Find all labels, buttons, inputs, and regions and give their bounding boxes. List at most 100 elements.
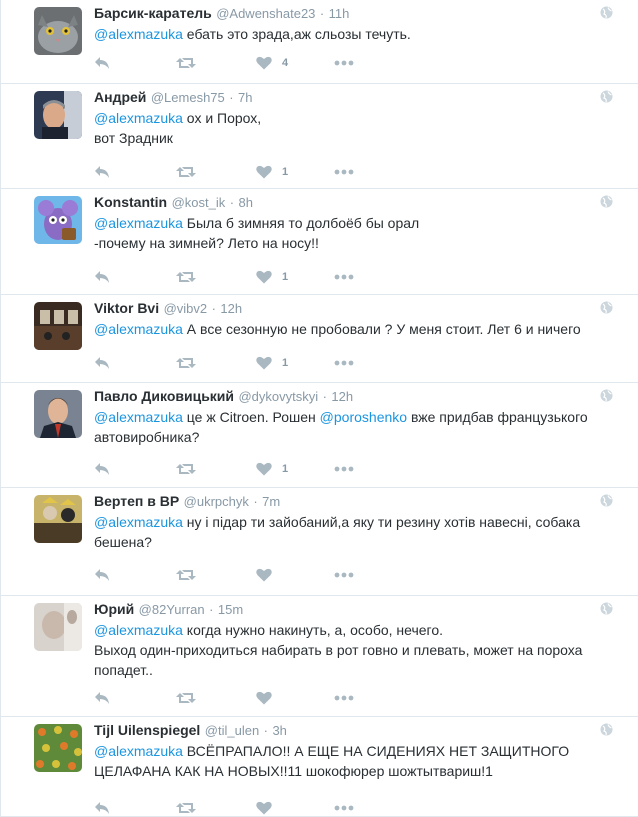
avatar[interactable] xyxy=(34,390,82,438)
user-name[interactable]: Юрий xyxy=(94,601,134,617)
user-handle[interactable]: @til_ulen xyxy=(205,723,259,738)
retweet-icon[interactable] xyxy=(176,353,196,373)
user-handle[interactable]: @82Yurran xyxy=(139,602,205,617)
user-name[interactable]: Павло Диковицький xyxy=(94,388,234,404)
more-icon[interactable] xyxy=(334,688,354,708)
tweet-content: Павло Диковицький @dykovytskyi · 12h @al… xyxy=(94,387,614,447)
user-handle[interactable]: @ukrpchyk xyxy=(184,494,249,509)
tweet[interactable]: Viktor Bvi @vibv2 · 12h @alexmazuka А вс… xyxy=(1,295,638,383)
tweet[interactable]: Юрий @82Yurran · 15m @alexmazuka когда н… xyxy=(1,596,638,717)
retweet-icon[interactable] xyxy=(176,53,196,73)
tweet[interactable]: Барсик-каратель @Adwenshate23 · 11h @ale… xyxy=(1,0,638,84)
heart-icon[interactable] xyxy=(256,691,272,705)
reply-icon[interactable] xyxy=(94,267,110,287)
user-name[interactable]: Viktor Bvi xyxy=(94,300,159,316)
reply-icon[interactable] xyxy=(94,53,110,73)
like-button[interactable]: 1 xyxy=(256,459,288,479)
retweet-icon[interactable] xyxy=(176,565,196,585)
mention-link[interactable]: @alexmazuka xyxy=(94,26,183,42)
reply-icon[interactable] xyxy=(94,459,110,479)
timestamp[interactable]: 7m xyxy=(262,494,280,509)
avatar[interactable] xyxy=(34,196,82,244)
user-name[interactable]: Вертеп в ВР xyxy=(94,493,179,509)
heart-icon[interactable] xyxy=(256,462,272,476)
heart-icon[interactable] xyxy=(256,356,272,370)
mention-link[interactable]: @poroshenko xyxy=(320,409,407,425)
more-icon[interactable] xyxy=(334,53,354,73)
avatar[interactable] xyxy=(34,603,82,651)
separator-dot: · xyxy=(263,723,268,738)
timestamp[interactable]: 15m xyxy=(218,602,243,617)
avatar[interactable] xyxy=(34,724,82,772)
mention-link[interactable]: @alexmazuka xyxy=(94,514,183,530)
like-button[interactable]: 4 xyxy=(256,53,288,73)
globe-icon xyxy=(600,6,613,19)
avatar[interactable] xyxy=(34,7,82,55)
like-button[interactable] xyxy=(256,798,282,817)
reply-icon[interactable] xyxy=(94,688,110,708)
tweet-text-line: @alexmazuka Была б зимняя то долбоёб бы … xyxy=(94,213,614,233)
tweet[interactable]: Вертеп в ВР @ukrpchyk · 7m @alexmazuka н… xyxy=(1,488,638,596)
tweet[interactable]: Павло Диковицький @dykovytskyi · 12h @al… xyxy=(1,383,638,488)
tweet-text-segment: вже придбав французького xyxy=(407,409,588,425)
user-handle[interactable]: @vibv2 xyxy=(164,301,208,316)
tweet-text-line: @alexmazuka ВСЁПРАПАЛО!! А ЕЩЕ НА СИДЕНИ… xyxy=(94,741,614,761)
reply-icon[interactable] xyxy=(94,798,110,817)
mention-link[interactable]: @alexmazuka xyxy=(94,110,183,126)
heart-icon[interactable] xyxy=(256,165,272,179)
reply-icon[interactable] xyxy=(94,353,110,373)
heart-icon[interactable] xyxy=(256,801,272,815)
retweet-icon[interactable] xyxy=(176,798,196,817)
timestamp[interactable]: 12h xyxy=(220,301,242,316)
tweet-actions: 4 xyxy=(94,53,394,73)
more-icon[interactable] xyxy=(334,267,354,287)
user-name[interactable]: Konstantin xyxy=(94,194,167,210)
tweet[interactable]: Tijl Uilenspiegel @til_ulen · 3h @alexma… xyxy=(1,717,638,817)
user-name[interactable]: Барсик-каратель xyxy=(94,5,212,21)
avatar[interactable] xyxy=(34,302,82,350)
like-button[interactable]: 1 xyxy=(256,267,288,287)
reply-icon[interactable] xyxy=(94,162,110,182)
mention-link[interactable]: @alexmazuka xyxy=(94,215,183,231)
more-icon[interactable] xyxy=(334,162,354,182)
tweet[interactable]: Konstantin @kost_ik · 8h @alexmazuka Был… xyxy=(1,189,638,295)
like-button[interactable] xyxy=(256,565,282,585)
user-handle[interactable]: @Adwenshate23 xyxy=(216,6,315,21)
heart-icon[interactable] xyxy=(256,56,272,70)
like-button[interactable]: 1 xyxy=(256,353,288,373)
retweet-icon[interactable] xyxy=(176,688,196,708)
retweet-icon[interactable] xyxy=(176,162,196,182)
mention-link[interactable]: @alexmazuka xyxy=(94,743,183,759)
user-handle[interactable]: @kost_ik xyxy=(172,195,226,210)
user-handle[interactable]: @Lemesh75 xyxy=(151,90,225,105)
avatar[interactable] xyxy=(34,91,82,139)
timestamp[interactable]: 3h xyxy=(272,723,286,738)
user-handle[interactable]: @dykovytskyi xyxy=(238,389,318,404)
mention-link[interactable]: @alexmazuka xyxy=(94,622,183,638)
mention-link[interactable]: @alexmazuka xyxy=(94,409,183,425)
tweet-header: Павло Диковицький @dykovytskyi · 12h xyxy=(94,387,614,405)
user-name[interactable]: Андрей xyxy=(94,89,146,105)
tweet-header: Юрий @82Yurran · 15m xyxy=(94,600,614,618)
tweet-text-line: бешена? xyxy=(94,532,614,552)
heart-icon[interactable] xyxy=(256,568,272,582)
avatar[interactable] xyxy=(34,495,82,543)
mention-link[interactable]: @alexmazuka xyxy=(94,321,183,337)
timestamp[interactable]: 7h xyxy=(238,90,252,105)
more-icon[interactable] xyxy=(334,353,354,373)
tweet[interactable]: Андрей @Lemesh75 · 7h @alexmazuka ох и П… xyxy=(1,84,638,189)
more-icon[interactable] xyxy=(334,459,354,479)
reply-icon[interactable] xyxy=(94,565,110,585)
user-name[interactable]: Tijl Uilenspiegel xyxy=(94,722,200,738)
like-button[interactable] xyxy=(256,688,282,708)
timestamp[interactable]: 8h xyxy=(238,195,252,210)
timestamp[interactable]: 12h xyxy=(331,389,353,404)
more-icon[interactable] xyxy=(334,565,354,585)
like-button[interactable]: 1 xyxy=(256,162,288,182)
more-icon[interactable] xyxy=(334,798,354,817)
retweet-icon[interactable] xyxy=(176,267,196,287)
retweet-icon[interactable] xyxy=(176,459,196,479)
timestamp[interactable]: 11h xyxy=(329,6,350,21)
heart-icon[interactable] xyxy=(256,270,272,284)
tweet-header: Вертеп в ВР @ukrpchyk · 7m xyxy=(94,492,614,510)
